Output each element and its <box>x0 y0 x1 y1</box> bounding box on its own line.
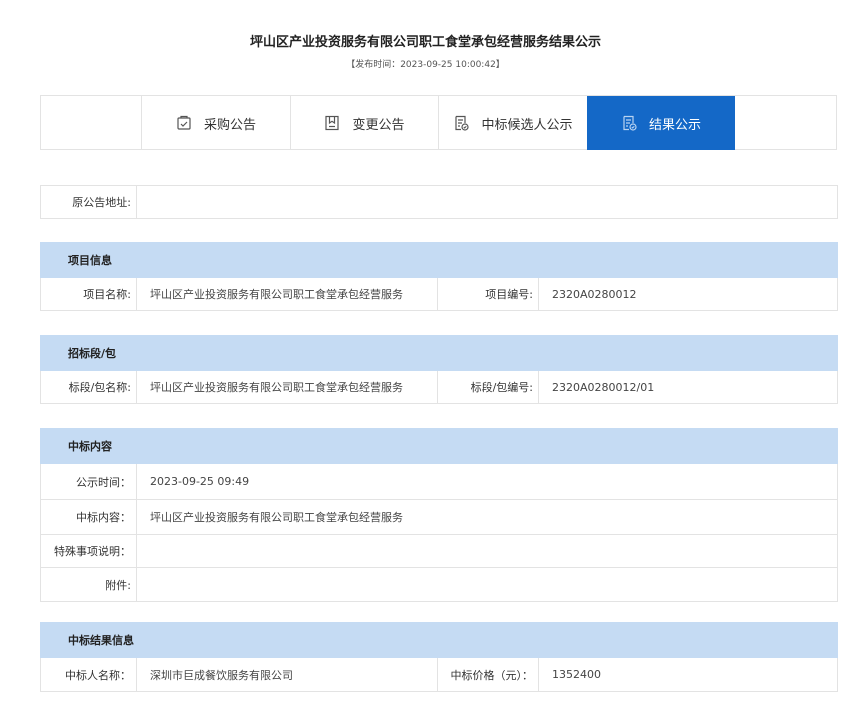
publish-time: 【发布时间：2023-09-25 10:00:42】 <box>346 60 505 70</box>
section-header-award-content: 中标内容 <box>40 428 838 464</box>
section-package-table: 招标段/包 标段/包名称: 坪山区产业投资服务有限公司职工食堂承包经营服务 标段… <box>40 335 838 404</box>
tab-label: 结果公示 <box>648 117 701 133</box>
tab-procurement-notice[interactable]: 采购公告 <box>141 96 290 150</box>
result-doc-icon <box>621 115 637 131</box>
package-name-label: 标段/包名称: <box>40 370 137 404</box>
section-header-award-result: 中标结果信息 <box>40 622 838 658</box>
winner-name-label: 中标人名称： <box>40 657 137 692</box>
attachment-value <box>136 567 838 602</box>
notice-tabs: 采购公告 变更公告 中标候选人公示 结果公示 <box>40 95 837 150</box>
page-title: 坪山区产业投资服务有限公司职工食堂承包经营服务结果公示 <box>249 35 601 50</box>
section-header-package: 招标段/包 <box>40 335 838 371</box>
bookmark-change-icon <box>324 115 340 131</box>
award-content-table: 中标内容 公示时间： 2023-09-25 09:49 中标内容： 坪山区产业投… <box>40 428 838 602</box>
special-notes-label: 特殊事项说明： <box>40 534 137 568</box>
tab-label: 中标候选人公示 <box>481 117 573 133</box>
tab-label: 变更公告 <box>352 117 405 133</box>
attachment-label: 附件: <box>40 567 137 602</box>
award-content-label: 中标内容： <box>40 499 137 535</box>
package-code-label: 标段/包编号: <box>437 370 539 404</box>
tab-label: 采购公告 <box>203 117 256 133</box>
award-content-value: 坪山区产业投资服务有限公司职工食堂承包经营服务 <box>136 499 838 535</box>
project-code-label: 项目编号: <box>437 277 539 311</box>
original-address-table: 原公告地址: <box>40 185 838 219</box>
publish-time-label: 公示时间： <box>40 463 137 500</box>
section-header-project: 项目信息 <box>40 242 838 278</box>
original-address-value <box>136 185 838 219</box>
project-info-table: 项目信息 项目名称: 坪山区产业投资服务有限公司职工食堂承包经营服务 项目编号:… <box>40 242 838 311</box>
award-price-value: 1352400 <box>538 657 838 692</box>
tab-candidate-notice[interactable]: 中标候选人公示 <box>438 96 587 150</box>
tab-result-notice[interactable]: 结果公示 <box>587 96 735 150</box>
package-name-value: 坪山区产业投资服务有限公司职工食堂承包经营服务 <box>136 370 438 404</box>
award-price-label: 中标价格（元）： <box>437 657 539 692</box>
project-name-value: 坪山区产业投资服务有限公司职工食堂承包经营服务 <box>136 277 438 311</box>
candidate-doc-icon <box>453 115 470 131</box>
winner-name-value: 深圳市巨成餐饮服务有限公司 <box>136 657 438 692</box>
tab-change-notice[interactable]: 变更公告 <box>290 96 438 150</box>
project-code-value: 2320A0280012 <box>538 277 838 311</box>
project-name-label: 项目名称: <box>40 277 137 311</box>
award-result-table: 中标结果信息 中标人名称： 深圳市巨成餐饮服务有限公司 中标价格（元）： 135… <box>40 622 838 692</box>
original-address-label: 原公告地址: <box>40 185 137 219</box>
publish-time-value: 2023-09-25 09:49 <box>136 463 838 500</box>
package-code-value: 2320A0280012/01 <box>538 370 838 404</box>
announcement-icon <box>176 115 192 131</box>
special-notes-value <box>136 534 838 568</box>
